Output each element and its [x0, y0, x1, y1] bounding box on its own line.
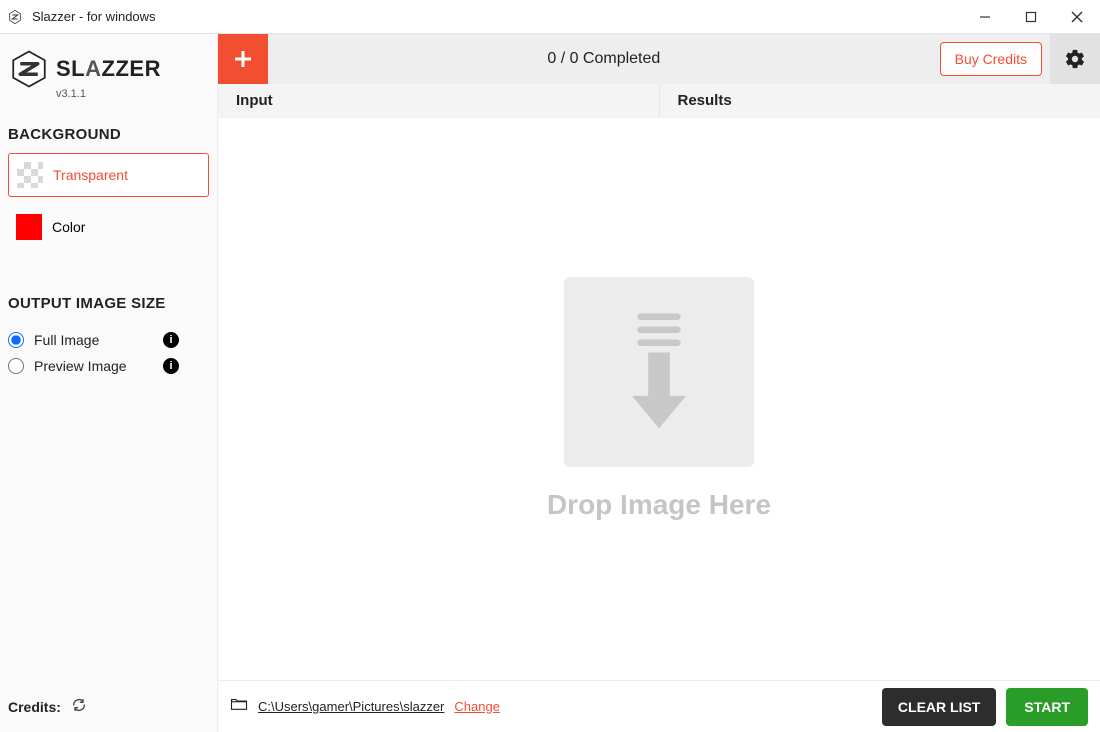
- radio-preview-image-input[interactable]: [8, 358, 24, 374]
- color-swatch-icon: [16, 214, 42, 240]
- output-size-heading: OUTPUT IMAGE SIZE: [8, 295, 209, 312]
- bg-option-transparent[interactable]: Transparent: [8, 153, 209, 197]
- drop-text: Drop Image Here: [547, 489, 771, 521]
- column-input-header: Input: [218, 84, 660, 117]
- change-path-link[interactable]: Change: [454, 699, 500, 714]
- credits-row: Credits:: [8, 697, 209, 724]
- footer: C:\Users\gamer\Pictures\slazzer Change C…: [218, 680, 1100, 732]
- minimize-button[interactable]: [962, 0, 1008, 34]
- logo-icon: [8, 48, 50, 90]
- radio-preview-image[interactable]: Preview Image i: [8, 358, 209, 374]
- buy-credits-button[interactable]: Buy Credits: [940, 42, 1042, 76]
- close-button[interactable]: [1054, 0, 1100, 34]
- topbar: 0 / 0 Completed Buy Credits: [218, 34, 1100, 84]
- radio-label: Preview Image: [34, 358, 127, 374]
- credits-label: Credits:: [8, 699, 61, 715]
- add-button[interactable]: [218, 34, 268, 84]
- bg-option-label: Transparent: [53, 167, 128, 183]
- window-controls: [962, 0, 1100, 34]
- progress-text: 0 / 0 Completed: [268, 50, 940, 68]
- window-title: Slazzer - for windows: [32, 9, 156, 24]
- column-headers: Input Results: [218, 84, 1100, 118]
- bg-option-label: Color: [52, 219, 85, 235]
- refresh-icon[interactable]: [71, 697, 87, 716]
- info-icon[interactable]: i: [163, 358, 179, 374]
- radio-full-image[interactable]: Full Image i: [8, 332, 209, 348]
- info-icon[interactable]: i: [163, 332, 179, 348]
- main: 0 / 0 Completed Buy Credits Input Result…: [218, 34, 1100, 732]
- background-heading: BACKGROUND: [8, 126, 209, 143]
- drop-zone[interactable]: Drop Image Here: [218, 118, 1100, 680]
- bg-option-color[interactable]: Color: [8, 205, 209, 249]
- settings-button[interactable]: [1050, 34, 1100, 84]
- start-button[interactable]: START: [1006, 688, 1088, 726]
- column-results-header: Results: [660, 84, 1100, 117]
- titlebar: Slazzer - for windows: [0, 0, 1100, 34]
- logo-text: SLAZZER: [56, 56, 161, 82]
- sidebar: SLAZZER v3.1.1 BACKGROUND Transparent Co…: [0, 34, 218, 732]
- radio-label: Full Image: [34, 332, 99, 348]
- maximize-button[interactable]: [1008, 0, 1054, 34]
- transparent-swatch-icon: [17, 162, 43, 188]
- clear-list-button[interactable]: CLEAR LIST: [882, 688, 996, 726]
- drop-icon: [564, 277, 754, 467]
- app-icon: [6, 8, 24, 26]
- version-label: v3.1.1: [56, 88, 209, 100]
- radio-full-image-input[interactable]: [8, 332, 24, 348]
- output-path[interactable]: C:\Users\gamer\Pictures\slazzer: [258, 699, 444, 714]
- folder-icon: [230, 697, 248, 716]
